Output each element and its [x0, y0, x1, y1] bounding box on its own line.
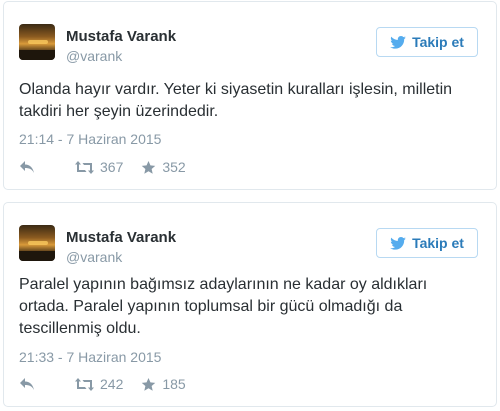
retweet-button[interactable]: 367: [75, 159, 123, 175]
author-name[interactable]: Mustafa Varank: [66, 28, 176, 45]
reply-icon: [20, 161, 34, 173]
avatar-shore: [19, 50, 55, 60]
retweet-count: 242: [100, 376, 124, 392]
reply-button[interactable]: [19, 160, 57, 174]
retweet-icon: [75, 160, 94, 174]
reply-button[interactable]: [19, 377, 57, 391]
tweet-actions: 367 352: [19, 159, 204, 175]
tweet-text: Paralel yapının bağımsız adaylarının ne …: [19, 276, 428, 337]
twitter-bird-icon: [390, 35, 406, 49]
author-name[interactable]: Mustafa Varank: [66, 229, 176, 246]
favorite-button[interactable]: 352: [141, 159, 186, 175]
author-handle[interactable]: @varank: [66, 249, 122, 265]
avatar[interactable]: [19, 225, 55, 261]
retweet-button[interactable]: 242: [75, 376, 123, 392]
star-icon: [142, 160, 156, 174]
author-handle[interactable]: @varank: [66, 48, 122, 64]
avatar-shore: [19, 251, 55, 261]
tweet-date[interactable]: 21:33 - 7 Haziran 2015: [19, 349, 161, 365]
follow-label: Takip et: [412, 34, 464, 50]
retweet-count: 367: [100, 159, 124, 175]
avatar-sun: [28, 40, 48, 44]
avatar-sun: [28, 241, 48, 245]
twitter-bird-icon: [390, 236, 406, 250]
follow-button[interactable]: Takip et: [376, 27, 478, 57]
retweet-icon: [75, 377, 94, 391]
follow-button[interactable]: Takip et: [376, 228, 478, 258]
tweet-date[interactable]: 21:14 - 7 Haziran 2015: [19, 131, 161, 147]
star-icon: [142, 377, 156, 391]
favorite-count: 352: [162, 159, 186, 175]
reply-icon: [20, 378, 34, 390]
tweet-text: Olanda hayır vardır. Yeter ki siyasetin …: [19, 81, 453, 120]
favorite-count: 185: [162, 376, 186, 392]
tweet-card: Mustafa Varank @varank Takip et Olanda h…: [3, 1, 497, 190]
tweet-actions: 242 185: [19, 376, 204, 392]
tweet-card: Mustafa Varank @varank Takip et Paralel …: [3, 202, 497, 407]
follow-label: Takip et: [412, 235, 464, 251]
favorite-button[interactable]: 185: [141, 376, 186, 392]
avatar[interactable]: [19, 24, 55, 60]
